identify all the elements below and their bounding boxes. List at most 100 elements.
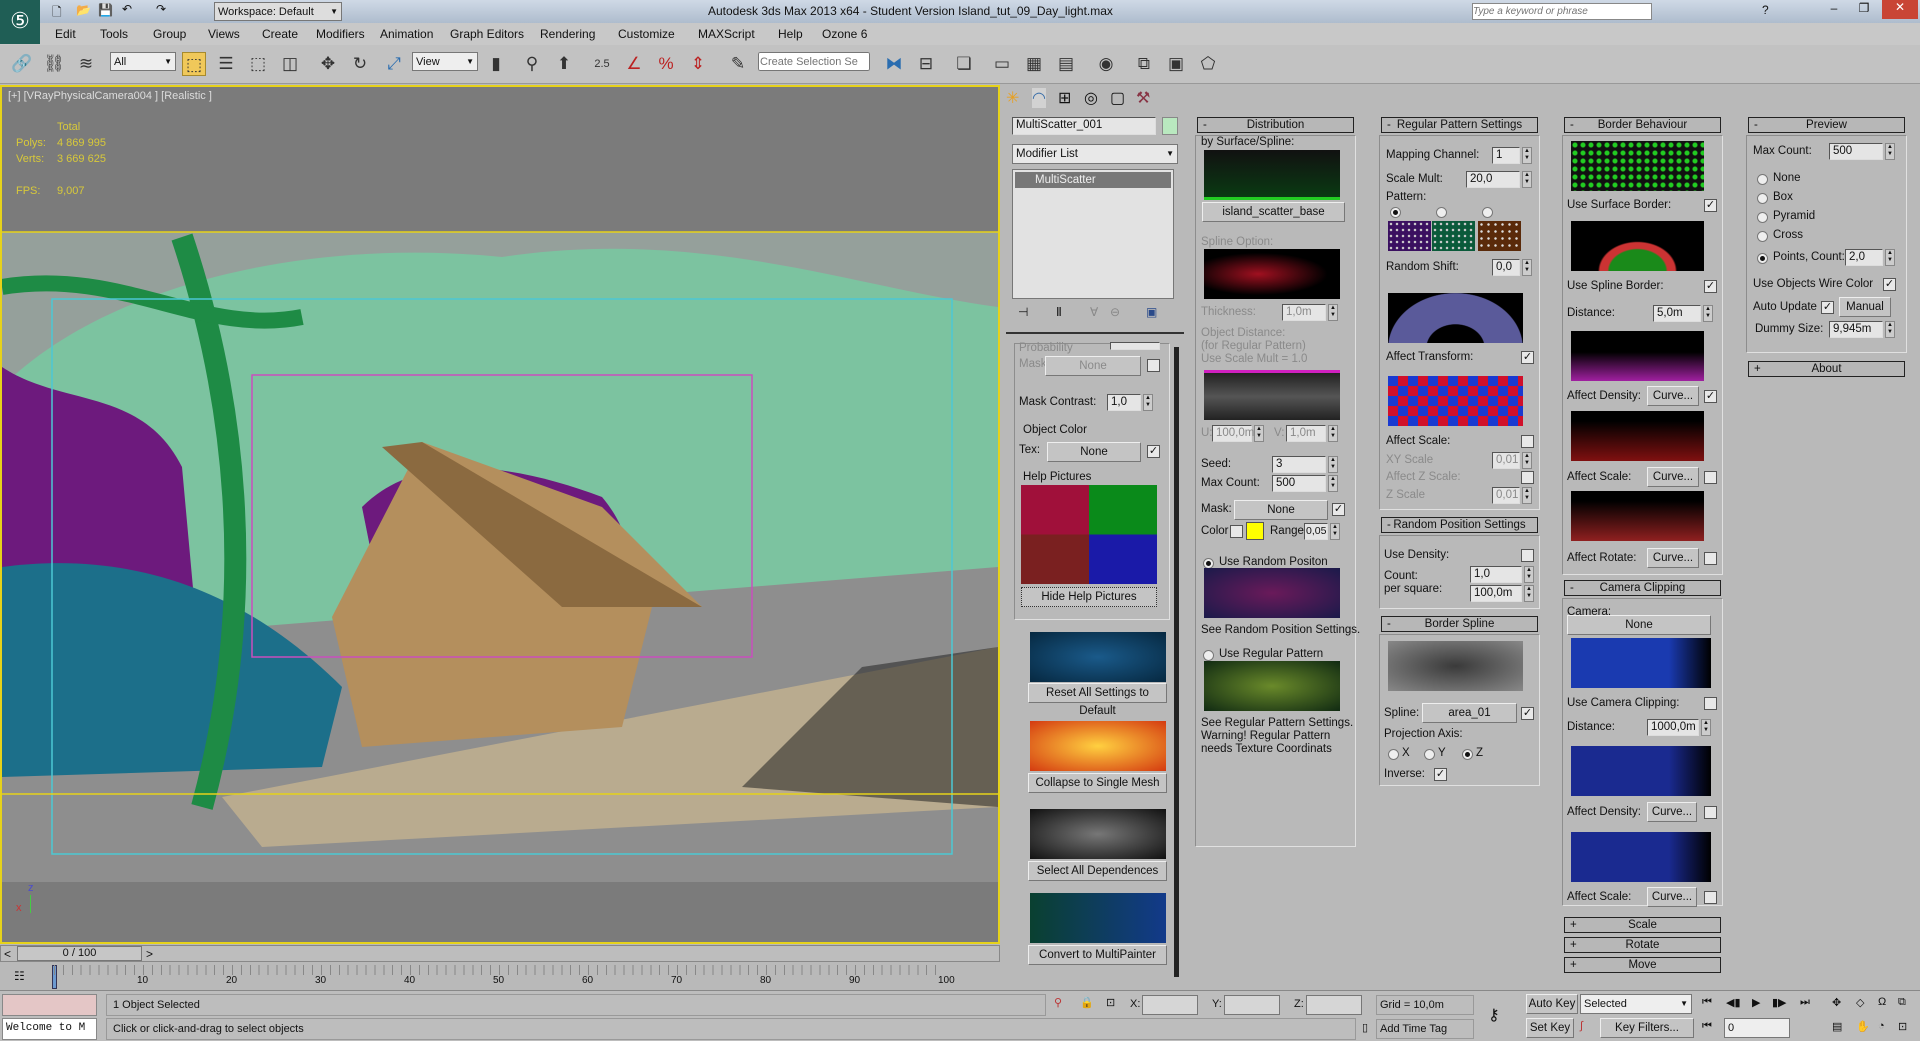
- mask-contrast-spinner[interactable]: ▲ ▼: [1143, 394, 1153, 411]
- keyboard-shortcut-icon[interactable]: ⬆: [552, 52, 576, 76]
- use-camera-clipping-checkbox[interactable]: [1704, 697, 1717, 710]
- pin-stack-icon[interactable]: ⊣: [1018, 305, 1028, 319]
- next-frame-icon[interactable]: ▮▶: [1772, 996, 1787, 1009]
- show-end-result-icon[interactable]: Ⅱ: [1056, 305, 1062, 319]
- modifier-stack[interactable]: MultiScatter: [1012, 169, 1174, 299]
- maximize-toggle-icon[interactable]: ⊡: [1898, 1020, 1907, 1033]
- use-spline-border-checkbox[interactable]: ✓: [1704, 280, 1717, 293]
- mini-curve-editor-icon[interactable]: ☷: [14, 969, 25, 983]
- mask-contrast-field[interactable]: 1,0: [1107, 394, 1141, 411]
- hand-pan-icon[interactable]: ✋: [1856, 1020, 1870, 1033]
- use-regular-pattern-radio[interactable]: [1203, 650, 1214, 661]
- select-object-icon[interactable]: ⬚: [182, 52, 206, 76]
- range-field[interactable]: 0,05: [1304, 523, 1328, 540]
- edit-named-selection-icon[interactable]: ✎: [726, 52, 750, 76]
- random-shift-field[interactable]: 0,0: [1492, 259, 1520, 276]
- max-count-spinner[interactable]: ▲ ▼: [1328, 475, 1338, 492]
- collapse-mesh-image[interactable]: [1030, 721, 1166, 771]
- pattern-swatch-orange[interactable]: [1478, 221, 1521, 251]
- redo-icon[interactable]: ↷: [156, 2, 166, 16]
- use-density-checkbox[interactable]: [1521, 549, 1534, 562]
- preview-header[interactable]: - Preview: [1748, 117, 1905, 133]
- orbit-subobject-icon[interactable]: ◔: [1878, 1020, 1885, 1032]
- orbit-icon[interactable]: ◇: [1856, 996, 1864, 1009]
- pan-view-icon[interactable]: ✥: [1832, 996, 1841, 1009]
- per-square-spinner[interactable]: ▲ ▼: [1524, 585, 1534, 602]
- affect-rotate-checkbox[interactable]: [1704, 552, 1717, 565]
- app-logo-button[interactable]: ⑤: [0, 0, 40, 44]
- seed-field[interactable]: 3: [1272, 456, 1326, 473]
- menu-edit[interactable]: Edit: [55, 27, 76, 41]
- probability-field[interactable]: [1110, 342, 1160, 350]
- border-spline-header[interactable]: - Border Spline: [1381, 616, 1538, 632]
- max-count-field[interactable]: 500: [1272, 475, 1326, 492]
- add-time-tag-button[interactable]: Add Time Tag: [1376, 1019, 1474, 1039]
- menu-group[interactable]: Group: [153, 27, 186, 41]
- open-file-icon[interactable]: 📂: [76, 3, 91, 17]
- inverse-checkbox[interactable]: ✓: [1434, 768, 1447, 781]
- thickness-field[interactable]: 1,0m: [1282, 304, 1326, 321]
- preview-count-spinner[interactable]: ▲ ▼: [1885, 249, 1895, 266]
- preview-points-radio[interactable]: [1757, 253, 1768, 264]
- move-icon[interactable]: ✥: [316, 52, 340, 76]
- graphite-tools-icon[interactable]: ▭: [990, 52, 1014, 76]
- reset-settings-image[interactable]: [1030, 632, 1166, 682]
- minimize-button[interactable]: –: [1820, 1, 1848, 15]
- modifier-list-dropdown[interactable]: Modifier List: [1012, 144, 1178, 164]
- camera-pick-button[interactable]: None: [1567, 615, 1711, 635]
- spinner-snap-icon[interactable]: ⇕: [686, 52, 710, 76]
- y-coord-field[interactable]: [1224, 995, 1280, 1015]
- affect-rotate-curve-button[interactable]: Curve...: [1647, 548, 1699, 568]
- menu-create[interactable]: Create: [262, 27, 298, 41]
- preview-count-field[interactable]: 2,0: [1845, 249, 1883, 266]
- angle-snap-icon[interactable]: ∠: [622, 52, 646, 76]
- dist-mask-checkbox[interactable]: ✓: [1332, 503, 1345, 516]
- regular-pattern-header[interactable]: - Regular Pattern Settings: [1381, 117, 1538, 133]
- selection-lock-icon[interactable]: 🔒: [1080, 996, 1094, 1009]
- time-slider-prev[interactable]: <: [4, 947, 11, 961]
- x-coord-field[interactable]: [1142, 995, 1198, 1015]
- mask-checkbox[interactable]: [1147, 359, 1160, 372]
- border-distance-spinner[interactable]: ▲ ▼: [1703, 305, 1713, 322]
- maximize-viewport-icon[interactable]: ⧉: [1898, 996, 1906, 1009]
- time-slider-next[interactable]: >: [146, 947, 153, 961]
- key-tangent-icon[interactable]: ∫: [1580, 1020, 1583, 1032]
- surface-object-button[interactable]: island_scatter_base: [1202, 202, 1345, 222]
- rendered-frame-icon[interactable]: ▣: [1164, 52, 1188, 76]
- track-bar[interactable]: ☷ 10 20 30 40 50 60 70 80 90 100: [0, 963, 1000, 992]
- manual-update-button[interactable]: Manual: [1839, 297, 1891, 317]
- object-color-swatch[interactable]: [1162, 117, 1178, 135]
- color-swatch[interactable]: [1246, 522, 1264, 540]
- convert-to-multipainter-button[interactable]: Convert to MultiPainter: [1028, 945, 1167, 965]
- menu-ozone[interactable]: Ozone 6: [822, 27, 867, 41]
- scale-mult-spinner[interactable]: ▲ ▼: [1522, 171, 1532, 188]
- camera-affect-scale-checkbox[interactable]: [1704, 891, 1717, 904]
- camera-distance-field[interactable]: 1000,0m: [1647, 719, 1699, 736]
- xy-scale-field[interactable]: 0,01: [1492, 452, 1520, 469]
- time-slider[interactable]: < 0 / 100 >: [0, 945, 1000, 962]
- time-tag-icon[interactable]: ▯: [1362, 1021, 1368, 1034]
- camera-affect-density-checkbox[interactable]: [1704, 806, 1717, 819]
- align-icon[interactable]: ⊟: [914, 52, 938, 76]
- object-name-field[interactable]: MultiScatter_001: [1012, 117, 1156, 135]
- seed-spinner[interactable]: ▲ ▼: [1328, 456, 1338, 473]
- scale-rollout-header[interactable]: + Scale: [1564, 917, 1721, 933]
- menu-maxscript[interactable]: MAXScript: [698, 27, 755, 41]
- camera-affect-scale-curve-button[interactable]: Curve...: [1647, 887, 1697, 907]
- reference-coordinate-dropdown[interactable]: View: [412, 52, 478, 71]
- curve-editor-icon[interactable]: ▦: [1022, 52, 1046, 76]
- layer-manager-icon[interactable]: ❏: [952, 52, 976, 76]
- set-key-icon[interactable]: ⚷: [1488, 1005, 1500, 1025]
- camera-distance-spinner[interactable]: ▲ ▼: [1701, 719, 1711, 736]
- menu-views[interactable]: Views: [208, 27, 240, 41]
- mapping-channel-field[interactable]: 1: [1492, 147, 1520, 164]
- search-input[interactable]: [1472, 3, 1652, 20]
- set-key-button[interactable]: Set Key: [1526, 1018, 1574, 1038]
- isolate-selection-icon[interactable]: ⚲: [1054, 996, 1062, 1009]
- go-to-start-icon[interactable]: ⏮: [1702, 996, 1712, 1009]
- move-rollout-header[interactable]: + Move: [1564, 957, 1721, 973]
- pattern-radio-3[interactable]: [1482, 207, 1493, 218]
- new-file-icon[interactable]: 🗋: [52, 3, 62, 24]
- key-mode-dropdown[interactable]: Selected: [1580, 994, 1692, 1014]
- time-config-icon[interactable]: ▤: [1832, 1020, 1842, 1033]
